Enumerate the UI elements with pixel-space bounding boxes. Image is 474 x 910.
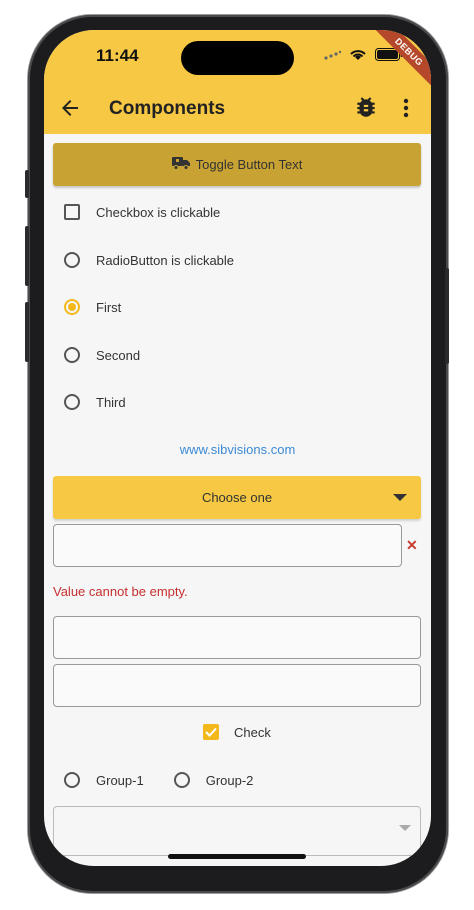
dynamic-island [181, 41, 294, 75]
radio-group-2[interactable] [173, 772, 190, 788]
page-title: Components [109, 98, 226, 119]
group-radio-row: Group-1 Group-2 [64, 772, 283, 788]
group-1-item[interactable]: Group-1 [64, 772, 144, 788]
checkbox[interactable] [64, 204, 80, 220]
radio-second-row[interactable]: Second [64, 347, 140, 363]
select-arrow-icon [399, 825, 411, 831]
app-bar: 11:44 DEBUG Components [44, 30, 431, 134]
radio-group-1[interactable] [64, 772, 80, 788]
bottom-select-field[interactable] [53, 806, 421, 856]
checkbox-label: Checkbox is clickable [96, 204, 221, 220]
radio-first[interactable] [64, 299, 80, 315]
check-checkbox[interactable] [203, 724, 219, 740]
checkbox-row[interactable]: Checkbox is clickable [64, 204, 220, 220]
choose-one-dropdown[interactable]: Choose one [53, 476, 421, 519]
volume-down-button [25, 302, 29, 362]
home-indicator [168, 854, 306, 859]
group-1-label: Group-1 [96, 772, 144, 788]
mute-switch [25, 170, 29, 198]
dropdown-label: Choose one [201, 490, 273, 505]
signal-icon [323, 48, 342, 66]
check-label: Check [234, 724, 271, 740]
wifi-icon [349, 48, 367, 66]
toggle-button[interactable]: Toggle Button Text [53, 143, 421, 186]
text-field-2[interactable] [53, 616, 421, 659]
status-icons [323, 48, 403, 66]
radio-first-row[interactable]: First [64, 299, 121, 315]
more-vert-icon[interactable] [400, 96, 412, 120]
radio-button-label: RadioButton is clickable [96, 252, 235, 268]
volume-up-button [25, 226, 29, 286]
radio-second-label: Second [96, 347, 141, 363]
status-time: 11:44 [96, 46, 139, 65]
phone-screen: 11:44 DEBUG Components Toggle Button Tex… [44, 30, 431, 866]
radio-button-row[interactable]: RadioButton is clickable [64, 252, 234, 268]
radio-first-label: First [96, 299, 122, 315]
power-button [445, 268, 449, 364]
radio-third-row[interactable]: Third [64, 394, 126, 410]
error-message: Value cannot be empty. [53, 584, 188, 599]
check-row[interactable]: Check [203, 724, 271, 740]
radio-third[interactable] [64, 394, 80, 410]
text-field-1[interactable] [53, 524, 402, 567]
website-link[interactable]: www.sibvisions.com [44, 442, 431, 457]
group-2-item[interactable]: Group-2 [173, 772, 254, 788]
truck-icon [171, 156, 190, 173]
clear-icon[interactable]: ✕ [406, 537, 418, 554]
toggle-button-label: Toggle Button Text [195, 157, 303, 172]
dropdown-arrow-icon [393, 494, 407, 501]
bug-icon[interactable] [353, 94, 379, 120]
radio-third-label: Third [96, 394, 126, 410]
radio-button[interactable] [64, 252, 80, 268]
arrow-back-icon[interactable] [58, 96, 82, 120]
radio-second[interactable] [64, 347, 80, 363]
group-2-label: Group-2 [205, 772, 254, 788]
text-field-3[interactable] [53, 664, 421, 707]
